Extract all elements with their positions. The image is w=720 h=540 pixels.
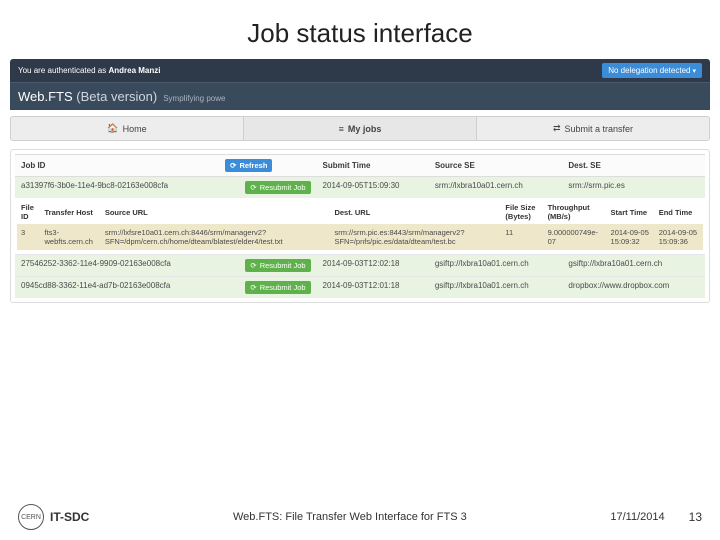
refresh-icon: ⟳ <box>250 183 256 192</box>
cell-dest-url: srm://srm.pic.es:8443/srm/managerv2?SFN=… <box>330 224 501 250</box>
cell-transfer-host: fts3-webfts.cern.ch <box>41 224 101 250</box>
table-row[interactable]: 0945cd88-3362-11e4-ad7b-02163e008cfa ⟳ R… <box>15 277 705 299</box>
col-dest-se: Dest. SE <box>562 155 705 177</box>
resubmit-label: Resubmit Job <box>260 261 306 270</box>
auth-prefix: You are authenticated as <box>18 66 108 75</box>
col-source-se: Source SE <box>429 155 563 177</box>
refresh-label: Refresh <box>239 161 267 170</box>
resubmit-button[interactable]: ⟳ Resubmit Job <box>245 259 310 272</box>
cell-source-se: gsiftp://lxbra10a01.cern.ch <box>429 277 563 299</box>
tab-home[interactable]: 🏠 Home <box>11 117 244 140</box>
cell-submit-time: 2014-09-03T12:02:18 <box>317 255 429 277</box>
cell-actions: ⟳ Resubmit Job <box>219 277 316 299</box>
app-screenshot: You are authenticated as Andrea Manzi No… <box>10 59 710 303</box>
col-start-time: Start Time <box>607 200 655 224</box>
cell-source-se: srm://lxbra10a01.cern.ch <box>429 177 563 199</box>
brand-beta: (Beta version) <box>76 89 157 104</box>
chevron-down-icon: ▾ <box>692 68 696 75</box>
col-file-id: File ID <box>17 200 41 224</box>
col-transfer-host: Transfer Host <box>41 200 101 224</box>
cell-actions: ⟳ Resubmit Job <box>219 177 316 199</box>
job-detail-row: File ID Transfer Host Source URL Dest. U… <box>15 198 705 255</box>
brand-tagline: Symplifying powe <box>163 94 225 103</box>
resubmit-label: Resubmit Job <box>260 183 306 192</box>
jobs-header-row: Job ID ⟳ Refresh Submit Time Source SE D… <box>15 155 705 177</box>
footer-date: 17/11/2014 <box>610 511 664 523</box>
footer-page: 13 <box>689 510 702 524</box>
resubmit-label: Resubmit Job <box>260 283 306 292</box>
cell-job-id: 0945cd88-3362-11e4-ad7b-02163e008cfa <box>15 277 219 299</box>
jobs-panel: Job ID ⟳ Refresh Submit Time Source SE D… <box>10 149 710 303</box>
cell-job-id: a31397f6-3b0e-11e4-9bc8-02163e008cfa <box>15 177 219 199</box>
nav-tabs: 🏠 Home ≡ My jobs ⇄ Submit a transfer <box>10 116 710 141</box>
cell-end-time: 2014-09-05 15:09:36 <box>655 224 703 250</box>
brand-bar: Web.FTS (Beta version) Symplifying powe <box>10 82 710 110</box>
auth-text: You are authenticated as Andrea Manzi <box>18 66 160 75</box>
cell-submit-time: 2014-09-05T15:09:30 <box>317 177 429 199</box>
cell-start-time: 2014-09-05 15:09:32 <box>607 224 655 250</box>
col-submit-time: Submit Time <box>317 155 429 177</box>
resubmit-button[interactable]: ⟳ Resubmit Job <box>245 181 310 194</box>
refresh-button[interactable]: ⟳ Refresh <box>225 159 272 172</box>
tab-my-jobs[interactable]: ≡ My jobs <box>244 117 477 140</box>
transfer-icon: ⇄ <box>553 123 561 134</box>
cell-throughput: 9.000000749e-07 <box>544 224 607 250</box>
tab-myjobs-label: My jobs <box>348 124 382 134</box>
table-row[interactable]: 3 fts3-webfts.cern.ch srm://lxfsre10a01.… <box>17 224 703 250</box>
list-icon: ≡ <box>339 124 344 134</box>
resubmit-button[interactable]: ⟳ Resubmit Job <box>245 281 310 294</box>
slide-title: Job status interface <box>0 0 720 59</box>
col-job-id: Job ID <box>15 155 219 177</box>
footer-org: IT-SDC <box>50 510 89 524</box>
files-table: File ID Transfer Host Source URL Dest. U… <box>17 200 703 250</box>
cell-file-id: 3 <box>17 224 41 250</box>
no-delegation-label: No delegation detected <box>608 66 690 75</box>
auth-user: Andrea Manzi <box>108 66 160 75</box>
refresh-icon: ⟳ <box>250 261 256 270</box>
cell-dest-se: srm://srm.pic.es <box>562 177 705 199</box>
tab-submit-transfer[interactable]: ⇄ Submit a transfer <box>477 117 709 140</box>
table-row[interactable]: 27546252-3362-11e4-9909-02163e008cfa ⟳ R… <box>15 255 705 277</box>
table-row[interactable]: a31397f6-3b0e-11e4-9bc8-02163e008cfa ⟳ R… <box>15 177 705 199</box>
cell-job-id: 27546252-3362-11e4-9909-02163e008cfa <box>15 255 219 277</box>
col-file-size: File Size (Bytes) <box>501 200 543 224</box>
col-end-time: End Time <box>655 200 703 224</box>
no-delegation-button[interactable]: No delegation detected▾ <box>602 63 702 78</box>
col-throughput: Throughput (MB/s) <box>544 200 607 224</box>
jobs-table: Job ID ⟳ Refresh Submit Time Source SE D… <box>15 154 705 298</box>
cell-dest-se: gsiftp://lxbra10a01.cern.ch <box>562 255 705 277</box>
refresh-icon: ⟳ <box>250 283 256 292</box>
cell-file-size: 11 <box>501 224 543 250</box>
cell-submit-time: 2014-09-03T12:01:18 <box>317 277 429 299</box>
refresh-icon: ⟳ <box>230 161 236 170</box>
files-header-row: File ID Transfer Host Source URL Dest. U… <box>17 200 703 224</box>
cell-dest-se: dropbox://www.dropbox.com <box>562 277 705 299</box>
home-icon: 🏠 <box>107 123 118 134</box>
tab-home-label: Home <box>123 124 147 134</box>
col-dest-url: Dest. URL <box>330 200 501 224</box>
auth-bar: You are authenticated as Andrea Manzi No… <box>10 59 710 82</box>
footer-center: Web.FTS: File Transfer Web Interface for… <box>89 511 610 523</box>
footer-logo: CERN IT-SDC <box>18 504 89 530</box>
cern-icon: CERN <box>18 504 44 530</box>
col-source-url: Source URL <box>101 200 331 224</box>
cell-actions: ⟳ Resubmit Job <box>219 255 316 277</box>
col-refresh: ⟳ Refresh <box>219 155 316 177</box>
cell-source-url: srm://lxfsre10a01.cern.ch:8446/srm/manag… <box>101 224 331 250</box>
tab-submit-label: Submit a transfer <box>565 124 634 134</box>
cell-source-se: gsiftp://lxbra10a01.cern.ch <box>429 255 563 277</box>
slide-footer: CERN IT-SDC Web.FTS: File Transfer Web I… <box>0 504 720 530</box>
brand-name: Web.FTS (Beta version) <box>18 89 157 104</box>
